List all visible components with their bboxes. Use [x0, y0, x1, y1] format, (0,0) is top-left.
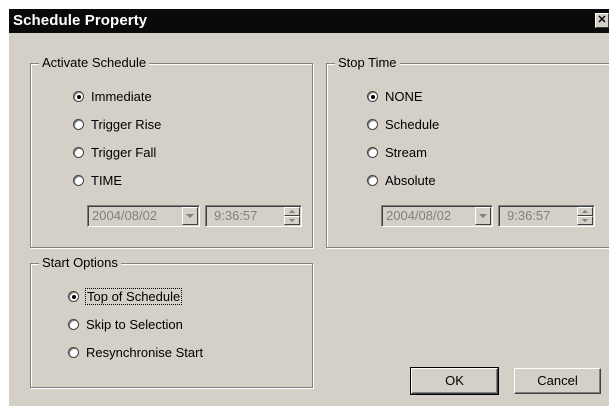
- time-value: 9:36:57: [214, 208, 258, 223]
- radio-dot: [73, 175, 84, 186]
- radio-label: TIME: [91, 173, 123, 188]
- ok-button[interactable]: OK: [410, 367, 499, 395]
- radio-trigger-fall[interactable]: Trigger Fall: [73, 145, 156, 160]
- spin-up-icon[interactable]: [577, 207, 593, 216]
- radio-dot: [73, 119, 84, 130]
- radio-absolute[interactable]: Absolute: [367, 173, 436, 188]
- close-icon: ✕: [597, 14, 607, 26]
- radio-trigger-rise[interactable]: Trigger Rise: [73, 117, 161, 132]
- radio-dot-checked: [73, 91, 84, 102]
- activate-schedule-legend: Activate Schedule: [39, 55, 150, 70]
- radio-label: Trigger Fall: [91, 145, 157, 160]
- spin-up-icon[interactable]: [284, 207, 300, 216]
- radio-stream[interactable]: Stream: [367, 145, 427, 160]
- date-value: 2004/08/02: [386, 208, 452, 223]
- start-options-legend: Start Options: [39, 255, 121, 270]
- radio-top-of-schedule[interactable]: Top of Schedule: [68, 288, 183, 305]
- time-value: 9:36:57: [507, 208, 551, 223]
- window-title: Schedule Property: [13, 12, 148, 29]
- radio-none[interactable]: NONE: [367, 89, 423, 104]
- start-options-group: Start Options Top of Schedule Skip to Se…: [30, 255, 313, 388]
- radio-schedule[interactable]: Schedule: [367, 117, 439, 132]
- radio-label: Immediate: [91, 89, 152, 104]
- radio-dot: [367, 175, 378, 186]
- radio-label: NONE: [385, 89, 423, 104]
- radio-time[interactable]: TIME: [73, 173, 122, 188]
- activate-schedule-group: Activate Schedule Immediate Trigger Rise…: [30, 55, 313, 248]
- radio-label: Absolute: [385, 173, 436, 188]
- radio-label: Top of Schedule: [84, 288, 183, 305]
- stop-time-legend: Stop Time: [335, 55, 400, 70]
- spin-down-icon[interactable]: [284, 216, 300, 225]
- activate-date-combo[interactable]: 2004/08/02: [87, 205, 200, 227]
- radio-resynchronise-start[interactable]: Resynchronise Start: [68, 345, 203, 360]
- stop-date-combo[interactable]: 2004/08/02: [381, 205, 493, 227]
- radio-skip-to-selection[interactable]: Skip to Selection: [68, 317, 183, 332]
- radio-dot: [68, 347, 79, 358]
- radio-dot: [367, 119, 378, 130]
- spinner-buttons: [577, 207, 593, 225]
- radio-dot: [367, 147, 378, 158]
- radio-dot: [68, 319, 79, 330]
- stop-time-group: Stop Time NONE Schedule Stream Absolute …: [326, 55, 609, 248]
- radio-label: Trigger Rise: [91, 117, 162, 132]
- radio-dot: [73, 147, 84, 158]
- stop-time-spinner[interactable]: 9:36:57: [498, 205, 595, 227]
- spin-down-icon[interactable]: [577, 216, 593, 225]
- radio-label: Skip to Selection: [86, 317, 183, 332]
- date-value: 2004/08/02: [92, 208, 158, 223]
- radio-immediate[interactable]: Immediate: [73, 89, 152, 104]
- radio-dot-checked: [367, 91, 378, 102]
- chevron-down-icon[interactable]: [182, 207, 198, 225]
- cancel-button[interactable]: Cancel: [514, 368, 601, 394]
- title-bar: Schedule Property ✕: [9, 9, 609, 33]
- spinner-buttons: [284, 207, 300, 225]
- schedule-property-dialog: Schedule Property ✕ Activate Schedule Im…: [8, 8, 609, 406]
- radio-label: Schedule: [385, 117, 440, 132]
- chevron-down-icon[interactable]: [475, 207, 491, 225]
- activate-time-spinner[interactable]: 9:36:57: [205, 205, 302, 227]
- close-button[interactable]: ✕: [595, 13, 609, 28]
- radio-label: Stream: [385, 145, 427, 160]
- radio-label: Resynchronise Start: [86, 345, 204, 360]
- radio-dot-checked: [68, 291, 79, 302]
